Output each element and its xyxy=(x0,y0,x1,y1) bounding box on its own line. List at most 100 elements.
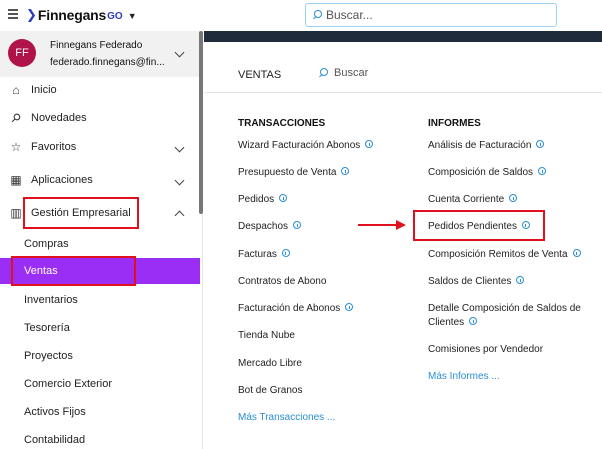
sidebar-subitem-tesoreria[interactable]: Tesorería xyxy=(0,315,200,341)
sidebar-scrollbar[interactable] xyxy=(199,31,203,214)
link-presupuesto-de-venta[interactable]: Presupuesto de Venta xyxy=(238,167,350,178)
link-composicion-de-saldos[interactable]: Composición de Saldos xyxy=(428,167,547,178)
chevron-down-icon[interactable] xyxy=(174,142,185,152)
link-mercado-libre[interactable]: Mercado Libre xyxy=(238,358,302,369)
link-wizard-facturacion-abonos[interactable]: Wizard Facturación Abonos xyxy=(238,140,374,151)
link-label: Facturación de Abonos xyxy=(238,303,341,314)
info-icon[interactable] xyxy=(509,194,518,202)
link-tienda-nube[interactable]: Tienda Nube xyxy=(238,330,295,341)
sidebar-subitem-comercio-exterior[interactable]: Comercio Exterior xyxy=(0,371,200,397)
transacciones-title: TRANSACCIONES xyxy=(238,118,326,129)
info-icon[interactable] xyxy=(516,276,525,284)
sidebar-item-inicio[interactable]: ⌂ Inicio xyxy=(0,77,200,103)
sidebar-subitem-label: Inventarios xyxy=(24,294,78,306)
link-label: Clientes xyxy=(428,317,465,328)
home-icon: ⌂ xyxy=(12,83,20,97)
link-despachos[interactable]: Despachos xyxy=(238,221,302,232)
sidebar-subitem-label: Proyectos xyxy=(24,350,73,362)
info-icon[interactable] xyxy=(365,140,374,148)
highlight-box-pedidos-pendientes xyxy=(413,210,545,241)
avatar: FF xyxy=(8,39,36,67)
sidebar-item-aplicaciones[interactable]: ▦ Aplicaciones xyxy=(0,167,200,193)
link-label: Presupuesto de Venta xyxy=(238,167,337,178)
sidebar-subitem-label: Contabilidad xyxy=(24,434,86,446)
info-icon[interactable] xyxy=(345,303,354,311)
top-bar: ❯ Finnegans GO ▼ xyxy=(0,0,602,31)
link-facturas[interactable]: Facturas xyxy=(238,249,290,260)
brand-suffix: GO xyxy=(107,10,123,22)
link-saldos-de-clientes[interactable]: Saldos de Clientes xyxy=(428,276,525,287)
search-icon xyxy=(318,68,328,78)
star-icon: ☆ xyxy=(10,140,22,154)
user-name: Finnegans Federado xyxy=(50,40,143,51)
global-search-input[interactable] xyxy=(326,8,546,22)
link-contratos-de-abono[interactable]: Contratos de Abono xyxy=(238,276,326,287)
link-label: Composición Remitos de Venta xyxy=(428,249,568,260)
hamburger-menu-icon[interactable] xyxy=(8,9,18,21)
link-label: Facturas xyxy=(238,249,277,260)
link-label: Análisis de Facturación xyxy=(428,140,532,151)
section-title: VENTAS xyxy=(238,69,282,81)
top-band xyxy=(204,31,602,42)
info-icon[interactable] xyxy=(469,317,478,325)
link-pedidos[interactable]: Pedidos xyxy=(238,194,288,205)
caret-down-icon[interactable]: ▼ xyxy=(128,11,137,21)
info-icon[interactable] xyxy=(281,249,290,257)
sidebar-item-label: Favoritos xyxy=(31,141,77,153)
highlight-box-ventas xyxy=(11,256,136,286)
info-icon[interactable] xyxy=(293,221,302,229)
chevron-down-icon[interactable] xyxy=(174,47,185,58)
sidebar-item-novedades[interactable]: ⚲ Novedades xyxy=(0,105,200,131)
link-label: Pedidos xyxy=(238,194,275,205)
link-label: Mercado Libre xyxy=(238,358,302,369)
sidebar-subitem-inventarios[interactable]: Inventarios xyxy=(0,287,200,313)
link-label: Cuenta Corriente xyxy=(428,194,505,205)
link-comisiones-por-vendedor[interactable]: Comisiones por Vendedor xyxy=(428,344,543,355)
section-search[interactable]: Buscar xyxy=(312,67,368,79)
link-label: Bot de Granos xyxy=(238,385,303,396)
divider xyxy=(204,92,602,93)
chevron-up-icon[interactable] xyxy=(174,208,185,220)
sidebar-item-favoritos[interactable]: ☆ Favoritos xyxy=(0,134,200,160)
sidebar-subitem-contabilidad[interactable]: Contabilidad xyxy=(0,427,200,449)
more-informes-link[interactable]: Más Informes ... xyxy=(428,371,500,382)
sidebar-item-label: Aplicaciones xyxy=(31,174,93,186)
building-icon: ▥ xyxy=(10,206,22,220)
link-label: Composición de Saldos xyxy=(428,167,534,178)
sidebar-subitem-label: Compras xyxy=(24,238,69,250)
link-label: Detalle Composición de Saldos de xyxy=(428,303,581,314)
link-composicion-remitos-de-venta[interactable]: Composición Remitos de Venta xyxy=(428,249,581,260)
sidebar-subitem-compras[interactable]: Compras xyxy=(0,231,200,257)
sidebar-subitem-activos-fijos[interactable]: Activos Fijos xyxy=(0,399,200,425)
brand-logo[interactable]: ❯ Finnegans GO ▼ xyxy=(26,6,137,24)
link-bot-de-granos[interactable]: Bot de Granos xyxy=(238,385,302,396)
link-label: Comisiones por Vendedor xyxy=(428,344,544,355)
sidebar-subitem-label: Activos Fijos xyxy=(24,406,86,418)
info-icon[interactable] xyxy=(536,140,545,148)
pin-icon: ⚲ xyxy=(7,109,25,127)
highlight-box-gestion xyxy=(23,197,139,229)
global-search[interactable] xyxy=(305,3,557,27)
logo-arrow-icon: ❯ xyxy=(26,7,37,22)
link-label: Wizard Facturación Abonos xyxy=(238,140,361,151)
more-transacciones-link[interactable]: Más Transacciones ... xyxy=(238,412,335,423)
link-label: Despachos xyxy=(238,221,289,232)
link-cuenta-corriente[interactable]: Cuenta Corriente xyxy=(428,194,518,205)
sidebar-subitem-proyectos[interactable]: Proyectos xyxy=(0,343,200,369)
info-icon[interactable] xyxy=(279,194,288,202)
info-icon[interactable] xyxy=(538,167,547,175)
info-icon[interactable] xyxy=(341,167,350,175)
link-detalle-composicion-saldos-line1[interactable]: Detalle Composición de Saldos de xyxy=(428,303,581,314)
chevron-down-icon[interactable] xyxy=(174,175,185,185)
link-detalle-composicion-saldos-line2[interactable]: Clientes xyxy=(428,317,478,328)
link-facturacion-de-abonos[interactable]: Facturación de Abonos xyxy=(238,303,354,314)
link-label: Contratos de Abono xyxy=(238,276,327,287)
brand-name: Finnegans xyxy=(37,7,107,23)
apps-grid-icon: ▦ xyxy=(10,173,22,187)
sidebar-subitem-label: Comercio Exterior xyxy=(24,378,113,390)
link-analisis-de-facturacion[interactable]: Análisis de Facturación xyxy=(428,140,545,151)
user-card[interactable]: FF Finnegans Federado federado.finnegans… xyxy=(0,31,200,77)
informes-title: INFORMES xyxy=(428,118,481,129)
info-icon[interactable] xyxy=(572,249,581,257)
annotation-arrow-icon xyxy=(358,220,406,230)
